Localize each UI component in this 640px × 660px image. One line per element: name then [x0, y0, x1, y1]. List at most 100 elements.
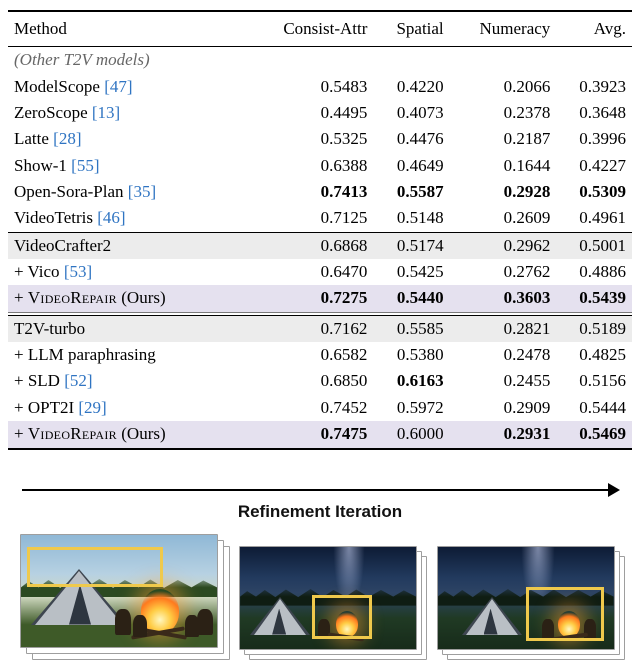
sp: 0.5425 — [373, 259, 449, 285]
method-cell: + OPT2I [29] — [8, 395, 250, 421]
sp: 0.5148 — [373, 205, 449, 232]
table-row-ours: + VideoRepair (Ours) 0.7475 0.6000 0.293… — [8, 421, 632, 448]
frame-image — [239, 546, 417, 650]
table-row: + SLD [52] 0.6850 0.6163 0.2455 0.5156 — [8, 368, 632, 394]
sp: 0.4073 — [373, 100, 449, 126]
table-header: Method Consist-Attr Spatial Numeracy Avg… — [8, 11, 632, 47]
method-cell: + Vico [53] — [8, 259, 250, 285]
ca: 0.4495 — [250, 100, 374, 126]
method-cell: Open-Sora-Plan [35] — [8, 179, 250, 205]
method-name: VideoRepair — [28, 424, 117, 443]
cite: [55] — [71, 156, 99, 175]
page-root: Method Consist-Attr Spatial Numeracy Avg… — [0, 0, 640, 658]
col-spatial: Spatial — [373, 11, 449, 47]
method-cell: ZeroScope [13] — [8, 100, 250, 126]
ca: 0.6470 — [250, 259, 374, 285]
nu: 0.2378 — [450, 100, 557, 126]
ca: 0.6868 — [250, 232, 374, 259]
sp: 0.4476 — [373, 126, 449, 152]
nu: 0.2909 — [450, 395, 557, 421]
sp: 0.5587 — [373, 179, 449, 205]
method-name: Show-1 — [14, 156, 67, 175]
table-row: ZeroScope [13] 0.4495 0.4073 0.2378 0.36… — [8, 100, 632, 126]
method-cell: ModelScope [47] — [8, 74, 250, 100]
cite: [29] — [78, 398, 106, 417]
method-name: Latte — [14, 129, 49, 148]
cite: [28] — [53, 129, 81, 148]
method-cell: Show-1 [55] — [8, 153, 250, 179]
nu: 0.1644 — [450, 153, 557, 179]
sp: 0.5585 — [373, 315, 449, 342]
method-cell: + VideoRepair (Ours) — [8, 285, 250, 312]
method-name: VideoTetris — [14, 208, 93, 227]
table-row: T2V-turbo 0.7162 0.5585 0.2821 0.5189 — [8, 315, 632, 342]
method-name: + SLD — [14, 371, 60, 390]
cite: [47] — [104, 77, 132, 96]
table-row: VideoCrafter2 0.6868 0.5174 0.2962 0.500… — [8, 232, 632, 259]
cite: [46] — [97, 208, 125, 227]
sp: 0.5972 — [373, 395, 449, 421]
nu: 0.2478 — [450, 342, 557, 368]
frame-image — [437, 546, 615, 650]
nu: 0.2066 — [450, 74, 557, 100]
av: 0.3996 — [556, 126, 632, 152]
ca: 0.7475 — [250, 421, 374, 448]
table-row: Latte [28] 0.5325 0.4476 0.2187 0.3996 — [8, 126, 632, 152]
method-name: + OPT2I — [14, 398, 74, 417]
sp: 0.5440 — [373, 285, 449, 312]
frame-image — [20, 534, 218, 648]
av: 0.4227 — [556, 153, 632, 179]
frame-stack — [20, 534, 225, 658]
section-other-label: (Other T2V models) — [8, 47, 632, 74]
ca: 0.7452 — [250, 395, 374, 421]
sp: 0.6000 — [373, 421, 449, 448]
frame-stack — [239, 546, 422, 658]
ca: 0.6582 — [250, 342, 374, 368]
table-row: + Vico [53] 0.6470 0.5425 0.2762 0.4886 — [8, 259, 632, 285]
av: 0.5439 — [556, 285, 632, 312]
method-name: ZeroScope — [14, 103, 88, 122]
section-other-label-row: (Other T2V models) — [8, 47, 632, 74]
nu: 0.2187 — [450, 126, 557, 152]
nu: 0.2762 — [450, 259, 557, 285]
col-method: Method — [8, 11, 250, 47]
nu: 0.2455 — [450, 368, 557, 394]
method-cell: VideoCrafter2 — [8, 232, 250, 259]
av: 0.5189 — [556, 315, 632, 342]
table-row: Show-1 [55] 0.6388 0.4649 0.1644 0.4227 — [8, 153, 632, 179]
ca: 0.7162 — [250, 315, 374, 342]
ca: 0.7275 — [250, 285, 374, 312]
method-cell: VideoTetris [46] — [8, 205, 250, 232]
arrow-icon — [20, 478, 620, 500]
table-row: + LLM paraphrasing 0.6582 0.5380 0.2478 … — [8, 342, 632, 368]
sp: 0.5174 — [373, 232, 449, 259]
ca: 0.6850 — [250, 368, 374, 394]
ca: 0.7125 — [250, 205, 374, 232]
nu: 0.2821 — [450, 315, 557, 342]
ca: 0.5483 — [250, 74, 374, 100]
refinement-figure: Refinement Iteration — [20, 478, 620, 658]
figure-stacks — [20, 534, 620, 658]
nu: 0.3603 — [450, 285, 557, 312]
av: 0.5309 — [556, 179, 632, 205]
cite: [35] — [128, 182, 156, 201]
method-cell: + LLM paraphrasing — [8, 342, 250, 368]
method-name: ModelScope — [14, 77, 100, 96]
ca: 0.6388 — [250, 153, 374, 179]
av: 0.3648 — [556, 100, 632, 126]
av: 0.5156 — [556, 368, 632, 394]
figure-label: Refinement Iteration — [20, 502, 620, 522]
nu: 0.2609 — [450, 205, 557, 232]
sp: 0.4649 — [373, 153, 449, 179]
frame-stack — [437, 546, 620, 658]
table-row: Open-Sora-Plan [35] 0.7413 0.5587 0.2928… — [8, 179, 632, 205]
ca: 0.7413 — [250, 179, 374, 205]
av: 0.4825 — [556, 342, 632, 368]
table-row-ours: + VideoRepair (Ours) 0.7275 0.5440 0.360… — [8, 285, 632, 312]
av: 0.5001 — [556, 232, 632, 259]
av: 0.5444 — [556, 395, 632, 421]
av: 0.5469 — [556, 421, 632, 448]
cite: [13] — [92, 103, 120, 122]
ca: 0.5325 — [250, 126, 374, 152]
sp: 0.4220 — [373, 74, 449, 100]
